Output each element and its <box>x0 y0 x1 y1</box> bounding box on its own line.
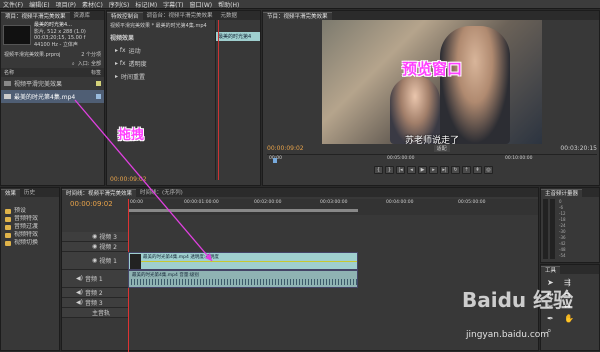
preview-annotation: 预览窗口 <box>402 60 463 78</box>
watermark-logo: Baidu 经验 <box>462 288 574 312</box>
drag-annotation: 拖拽 <box>118 128 145 143</box>
watermark-url: jingyan.baidu.com <box>466 330 550 340</box>
